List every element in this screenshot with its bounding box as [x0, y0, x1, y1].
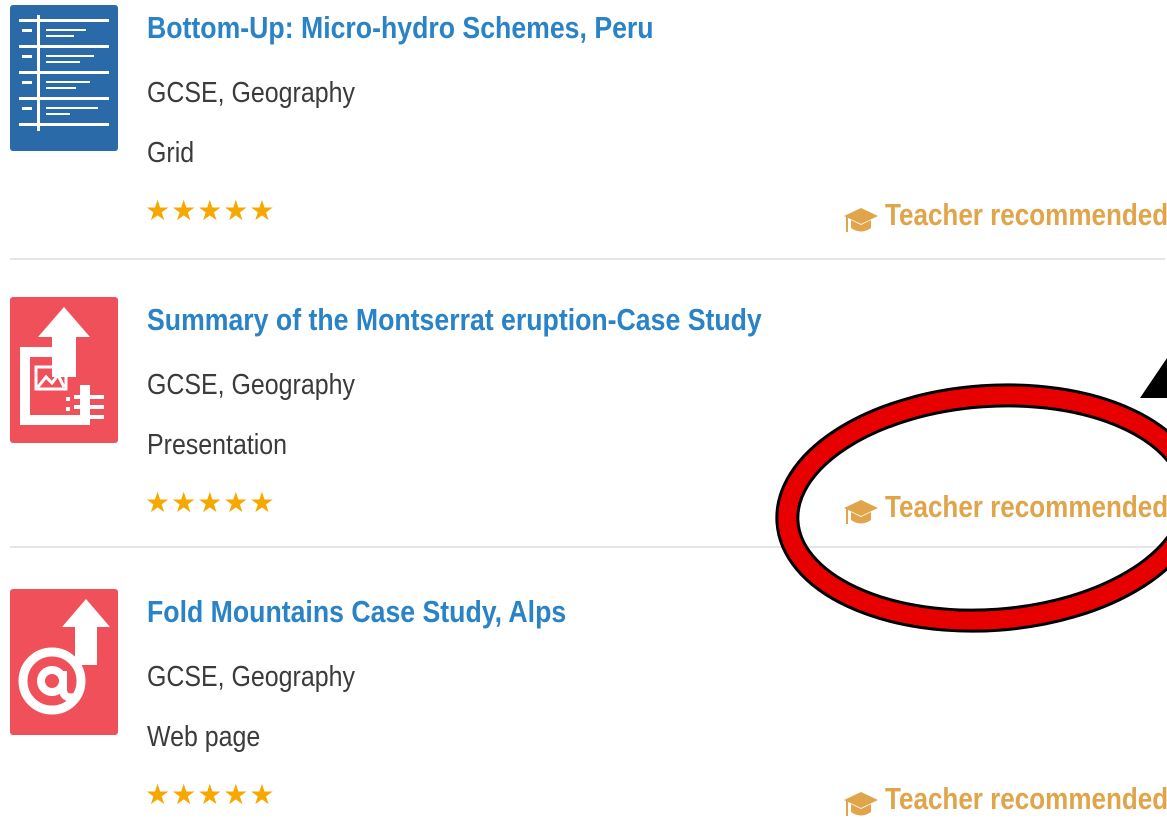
star-rating: ★★★★★ [145, 487, 276, 518]
resource-type: Presentation [147, 429, 288, 461]
graduation-cap-icon [844, 792, 878, 816]
divider [10, 258, 1165, 260]
resource-title-link[interactable]: Bottom-Up: Micro-hydro Schemes, Peru [147, 10, 654, 46]
presentation-upload-icon[interactable] [10, 297, 118, 443]
resource-subject: GCSE, Geography [147, 77, 355, 109]
list-item[interactable]: Summary of the Montserrat eruption-Case … [0, 292, 1167, 582]
presentation-upload-graphic [20, 307, 104, 425]
resource-list: Bottom-Up: Micro-hydro Schemes, Peru GCS… [0, 0, 1167, 833]
list-item[interactable]: Bottom-Up: Micro-hydro Schemes, Peru GCS… [0, 0, 1167, 290]
resource-subject: GCSE, Geography [147, 369, 355, 401]
divider [10, 546, 1165, 548]
grid-document-graphic [19, 15, 109, 131]
resource-title-link[interactable]: Summary of the Montserrat eruption-Case … [147, 302, 762, 338]
resource-type: Web page [147, 721, 261, 753]
teacher-recommended-label: Teacher recommended [885, 489, 1167, 524]
web-link-upload-icon[interactable] [10, 589, 118, 735]
star-rating: ★★★★★ [145, 779, 276, 810]
graduation-cap-icon [844, 208, 878, 232]
resource-subject: GCSE, Geography [147, 661, 355, 693]
web-link-upload-graphic [18, 599, 110, 715]
teacher-recommended-label: Teacher recommended [885, 781, 1167, 816]
resource-type: Grid [147, 137, 195, 169]
graduation-cap-icon [844, 500, 878, 524]
resource-title-link[interactable]: Fold Mountains Case Study, Alps [147, 594, 566, 630]
list-item[interactable]: Fold Mountains Case Study, Alps GCSE, Ge… [0, 584, 1167, 833]
teacher-recommended-label: Teacher recommended [885, 197, 1167, 232]
star-rating: ★★★★★ [145, 195, 276, 226]
grid-document-icon[interactable] [10, 5, 118, 151]
